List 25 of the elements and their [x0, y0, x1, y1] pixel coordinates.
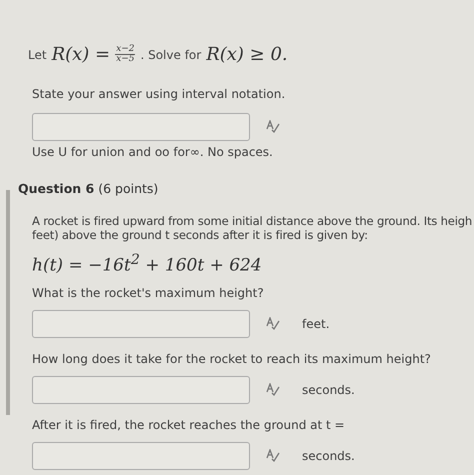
question-text: Let	[28, 48, 47, 62]
question-text: How long does it take for the rocket to reach its maximum height?	[32, 352, 432, 366]
answer-field[interactable]	[32, 442, 250, 470]
question-text: feet) above the ground t seconds after it is fired is given by:	[32, 228, 369, 242]
fraction: x−2 x−5	[115, 45, 136, 64]
hint-text: Use U for union and oo for∞. No spaces.	[32, 145, 274, 159]
question-text: . Solve for	[140, 48, 202, 62]
question-text: A rocket is fired upward from some initial distance above the ground. Its heigh	[32, 214, 474, 228]
answer-field[interactable]	[32, 310, 250, 338]
math-expression: R(x) ≥ 0.	[206, 44, 288, 65]
unit-label: feet.	[302, 316, 330, 331]
spell-check-icon[interactable]	[266, 382, 280, 397]
unit-label: seconds.	[302, 448, 355, 463]
math-expression: R(x) =	[52, 44, 110, 65]
unit-label: seconds.	[302, 382, 355, 397]
instruction-text: State your answer using interval notation.	[32, 87, 286, 101]
spell-check-icon[interactable]	[266, 448, 280, 463]
question-text: After it is fired, the rocket reaches the ground at t =	[32, 418, 346, 432]
equation: h(t) = −16t$^{2}$ + 160t + 624	[32, 252, 263, 276]
spell-check-icon[interactable]	[266, 316, 280, 331]
answer-field[interactable]	[32, 376, 250, 404]
question-text: What is the rocket's maximum height?	[32, 286, 265, 300]
answer-field[interactable]	[32, 113, 250, 141]
question-title: Question 6 (6 points)	[18, 181, 160, 196]
spell-check-icon[interactable]	[266, 120, 280, 134]
